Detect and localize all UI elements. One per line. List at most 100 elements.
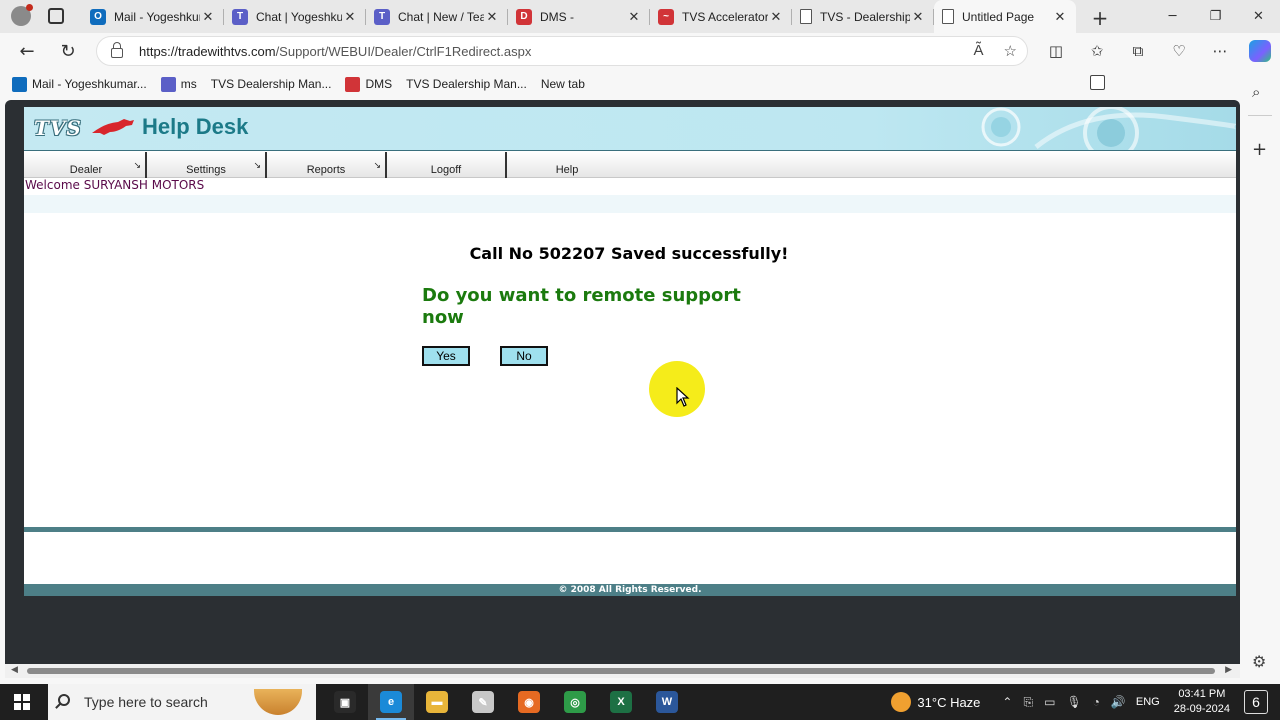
copilot-icon[interactable] (1249, 40, 1271, 62)
menu-item-logoff[interactable]: Logoff (387, 152, 507, 178)
browser-tab[interactable]: T Chat | Yogeshkumar✕ (224, 0, 366, 33)
paint-glyph-icon: ✎ (472, 691, 494, 713)
tab-title: TVS Accelerator (682, 9, 768, 24)
tray-icons: ⌃ ⎘ ▭ 🎙 ◔ 🔊 (1002, 695, 1125, 710)
edge-glyph-icon: e (380, 691, 402, 713)
submenu-arrow-icon: ↘ (373, 160, 381, 170)
close-tab-icon[interactable]: ✕ (1052, 9, 1068, 25)
page-icon (800, 9, 812, 24)
horizontal-scrollbar[interactable]: ◀ ▶ (5, 664, 1240, 678)
bookmark-item[interactable]: TVS Dealership Man... (24, 77, 332, 190)
menu-item-label: Dealer (69, 164, 103, 176)
read-aloud-icon[interactable]: A͂ (974, 42, 984, 60)
toolbar: ◫ ✩ ⧉ ♡ ⋯ (1044, 39, 1232, 63)
refresh-button[interactable]: ↻ (56, 39, 80, 63)
new-tab-button[interactable]: + (1090, 6, 1110, 30)
bookmark-label: TVS Dealership Man... (210, 77, 332, 91)
task-view-icon[interactable]: ▣ (322, 684, 368, 720)
close-window-button[interactable]: ✕ (1237, 0, 1280, 32)
minimize-button[interactable]: ─ (1151, 0, 1194, 32)
microphone-icon[interactable]: 🎙 (1066, 695, 1081, 710)
scroll-right-icon[interactable]: ▶ (1225, 665, 1232, 675)
close-tab-icon[interactable]: ✕ (342, 9, 358, 25)
edge-icon[interactable]: e (368, 684, 414, 720)
browser-tab[interactable]: ~ TVS Accelerator ✕ (650, 0, 792, 33)
scrollbar-thumb[interactable] (27, 668, 1215, 674)
menu-item-reports[interactable]: Reports ↘ (267, 152, 387, 178)
bookmark-item[interactable]: New tab (541, 75, 1105, 91)
excel-icon[interactable]: X (598, 684, 644, 720)
menu-item-label: Logoff (430, 164, 462, 176)
edge-sidebar: ⌕ + ⚙ (1240, 69, 1280, 684)
start-button[interactable] (14, 694, 30, 710)
meet-icon[interactable]: ▭ (1044, 695, 1055, 710)
menu-item-label: Reports (306, 164, 346, 176)
navigation-bar: ← ↻ https://tradewithtvs.com/Support/WEB… (0, 33, 1280, 69)
file-explorer-icon[interactable]: ▬ (414, 684, 460, 720)
helpdesk-title: Help Desk (142, 114, 249, 139)
system-tray: 31°C Haze ⌃ ⎘ ▭ 🎙 ◔ 🔊 ENG 03:41 PM 28-09… (891, 684, 1280, 720)
menu-item-settings[interactable]: Settings ↘ (147, 152, 267, 178)
back-button[interactable]: ← (15, 39, 39, 63)
browser-tab[interactable]: TVS - Dealership ✕ (792, 0, 934, 33)
taskbar-search[interactable]: Type here to search (48, 684, 316, 720)
weather-text: 31°C Haze (917, 694, 981, 710)
clock[interactable]: 03:41 PM 28-09-2024 (1174, 687, 1230, 717)
menu-item-dealer[interactable]: Dealer ↘ (27, 152, 147, 178)
volume-icon[interactable]: 🔊 (1111, 695, 1126, 710)
no-button[interactable]: No (500, 346, 548, 366)
browser-window: OMail - Yogeshkumar✕TChat | Yogeshkumar✕… (0, 0, 1280, 684)
yes-button[interactable]: Yes (422, 346, 470, 366)
chrome-icon[interactable]: ◎ (552, 684, 598, 720)
close-tab-icon[interactable]: ✕ (768, 9, 784, 25)
split-screen-icon[interactable]: ◫ (1044, 39, 1068, 63)
browser-essentials-icon[interactable]: ♡ (1167, 39, 1191, 63)
main-menu-bar: Dealer ↘ Settings ↘ Reports ↘ Logoff Help (24, 152, 1236, 178)
word-icon[interactable]: W (644, 684, 690, 720)
bookmark-item[interactable]: ms (160, 76, 197, 92)
tab-title: Chat | Yogeshkumar (256, 9, 342, 24)
close-tab-icon[interactable]: ✕ (626, 9, 642, 25)
address-bar[interactable]: https://tradewithtvs.com/Support/WEBUI/D… (96, 36, 1028, 66)
weather-widget[interactable]: 31°C Haze (891, 692, 980, 712)
network-wifi-icon[interactable]: ◔ (1093, 695, 1100, 710)
language-indicator[interactable]: ENG (1136, 696, 1160, 708)
browser-tab[interactable]: D DMS - ✕ (508, 0, 650, 33)
maximize-button[interactable]: ❐ (1194, 0, 1237, 32)
favorites-icon[interactable]: ✩ (1085, 39, 1109, 63)
search-icon (58, 694, 70, 706)
collections-icon[interactable]: ⧉ (1126, 39, 1150, 63)
firefox-icon[interactable]: ◉ (506, 684, 552, 720)
close-tab-icon[interactable]: ✕ (484, 9, 500, 25)
dms-icon (345, 76, 361, 92)
show-hidden-icons-icon[interactable]: ⌃ (1002, 695, 1012, 710)
menu-item-label: Help (555, 164, 579, 176)
settings-more-icon[interactable]: ⋯ (1208, 39, 1232, 63)
search-icon[interactable]: ⌕ (1252, 83, 1260, 101)
bookmark-item[interactable]: Mail - Yogeshkumar... (12, 76, 147, 92)
close-tab-icon[interactable]: ✕ (200, 9, 216, 25)
favorite-star-icon[interactable]: ☆ (1004, 42, 1017, 60)
scroll-left-icon[interactable]: ◀ (11, 665, 18, 675)
helpdesk-page: TVS Help Desk Dealer ↘ Settings ↘ Reports ↘ Lo… (24, 107, 1236, 596)
menu-item-help[interactable]: Help (507, 152, 627, 178)
browser-tab[interactable]: Untitled Page ✕ (934, 0, 1076, 33)
browser-tab[interactable]: O Mail - Yogeshkumar✕ (82, 0, 224, 33)
teams-icon (160, 76, 176, 92)
tvs-icon: ~ (658, 8, 674, 25)
profile-button[interactable] (8, 4, 34, 28)
close-tab-icon[interactable]: ✕ (910, 9, 926, 25)
firefox-glyph-icon: ◉ (518, 691, 540, 713)
browser-tab[interactable]: T Chat | New / Teams✕ (366, 0, 508, 33)
sidebar-settings-gear-icon[interactable]: ⚙ (1252, 652, 1266, 671)
bookmark-item[interactable]: TVS Dealership Man... (24, 77, 527, 190)
tab-actions-icon[interactable] (48, 8, 64, 24)
url-host: https://tradewithtvs.com (139, 43, 276, 59)
tvs-logo: TVS (34, 116, 82, 140)
paint-icon[interactable]: ✎ (460, 684, 506, 720)
add-sidebar-item-icon[interactable]: + (1252, 139, 1267, 160)
bookmark-item[interactable]: DMS (345, 76, 392, 92)
url-path: /Support/WEBUI/Dealer/CtrlF1Redirect.asp… (275, 43, 532, 59)
usb-icon[interactable]: ⎘ (1023, 695, 1033, 710)
notification-center-icon[interactable]: 6 (1244, 690, 1268, 714)
